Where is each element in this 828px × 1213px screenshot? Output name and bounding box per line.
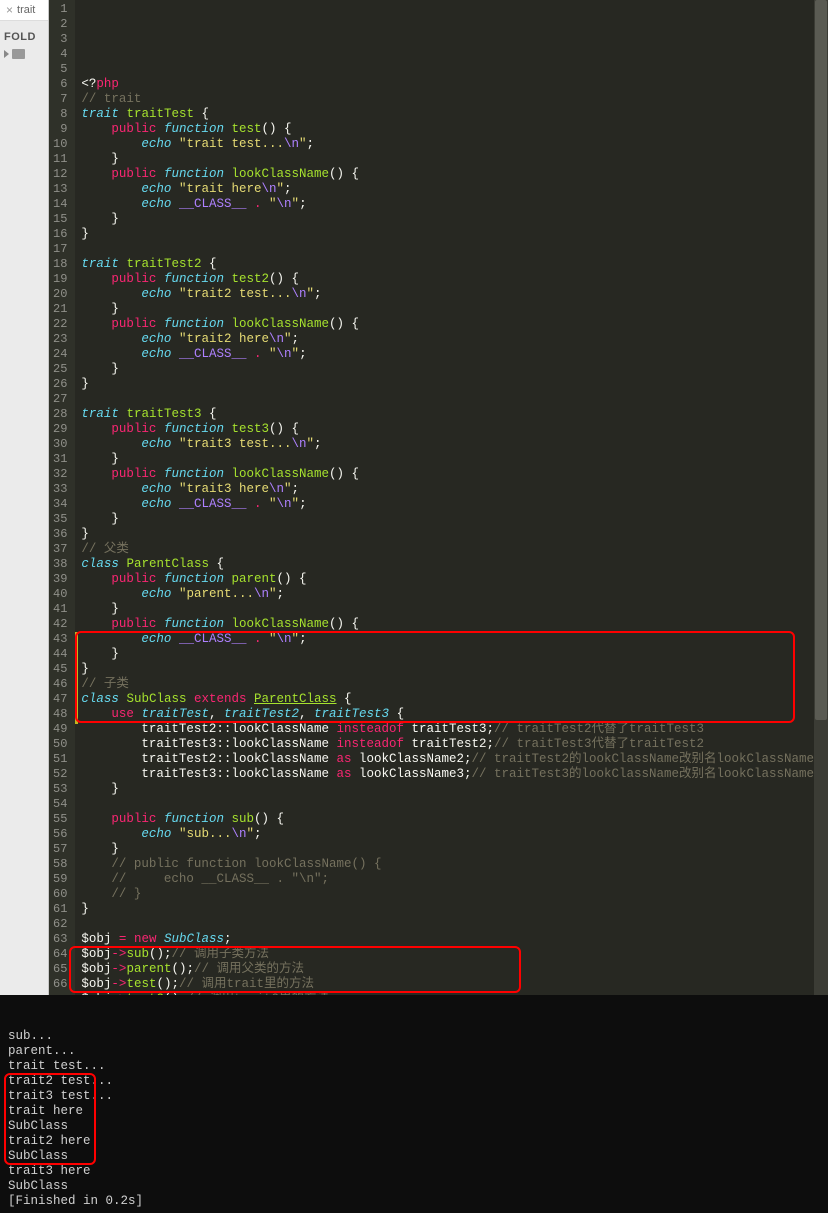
- code-line[interactable]: echo "trait2 test...\n";: [81, 287, 828, 302]
- code-line[interactable]: }: [81, 527, 828, 542]
- code-line[interactable]: echo "trait here\n";: [81, 182, 828, 197]
- output-line: [Finished in 0.2s]: [8, 1194, 820, 1209]
- code-line[interactable]: traitTest2::lookClassName as lookClassNa…: [81, 752, 828, 767]
- code-line[interactable]: traitTest3::lookClassName insteadof trai…: [81, 737, 828, 752]
- sidebar: × trait FOLD: [0, 0, 49, 995]
- sidebar-header: FOLD: [0, 21, 48, 47]
- code-line[interactable]: }: [81, 902, 828, 917]
- code-line[interactable]: }: [81, 452, 828, 467]
- scroll-thumb[interactable]: [815, 0, 827, 720]
- folder-row[interactable]: [0, 47, 48, 61]
- code-line[interactable]: traitTest3::lookClassName as lookClassNa…: [81, 767, 828, 782]
- code-line[interactable]: echo "trait test...\n";: [81, 137, 828, 152]
- output-line: trait3 here: [8, 1164, 820, 1179]
- code-line[interactable]: }: [81, 782, 828, 797]
- code-line[interactable]: public function test2() {: [81, 272, 828, 287]
- code-line[interactable]: echo "parent...\n";: [81, 587, 828, 602]
- output-line: trait here: [8, 1104, 820, 1119]
- code-line[interactable]: }: [81, 212, 828, 227]
- output-line: SubClass: [8, 1119, 820, 1134]
- code-line[interactable]: public function lookClassName() {: [81, 317, 828, 332]
- code-line[interactable]: class SubClass extends ParentClass {: [81, 692, 828, 707]
- code-line[interactable]: [81, 392, 828, 407]
- code-line[interactable]: echo __CLASS__ . "\n";: [81, 632, 828, 647]
- code-line[interactable]: public function lookClassName() {: [81, 467, 828, 482]
- code-line[interactable]: class ParentClass {: [81, 557, 828, 572]
- code-line[interactable]: }: [81, 362, 828, 377]
- code-line[interactable]: }: [81, 602, 828, 617]
- code-line[interactable]: echo __CLASS__ . "\n";: [81, 197, 828, 212]
- folder-icon: [12, 49, 25, 59]
- code-line[interactable]: public function test3() {: [81, 422, 828, 437]
- code-line[interactable]: [81, 242, 828, 257]
- code-line[interactable]: <?php: [81, 77, 828, 92]
- code-line[interactable]: use traitTest, traitTest2, traitTest3 {: [81, 707, 828, 722]
- code-line[interactable]: echo "trait3 here\n";: [81, 482, 828, 497]
- code-line[interactable]: $obj->test();// 调用trait里的方法: [81, 977, 828, 992]
- code-line[interactable]: traitTest2::lookClassName insteadof trai…: [81, 722, 828, 737]
- output-line: SubClass: [8, 1179, 820, 1194]
- output-line: SubClass: [8, 1149, 820, 1164]
- output-line: trait test...: [8, 1059, 820, 1074]
- code-line[interactable]: // trait: [81, 92, 828, 107]
- code-line[interactable]: echo __CLASS__ . "\n";: [81, 347, 828, 362]
- code-line[interactable]: }: [81, 227, 828, 242]
- output-line: trait2 here: [8, 1134, 820, 1149]
- code-line[interactable]: // public function lookClassName() {: [81, 857, 828, 872]
- file-tab[interactable]: × trait: [0, 0, 48, 21]
- code-editor[interactable]: 1234567891011121314151617181920212223242…: [49, 0, 828, 995]
- code-line[interactable]: trait traitTest3 {: [81, 407, 828, 422]
- code-line[interactable]: // 父类: [81, 542, 828, 557]
- code-line[interactable]: public function lookClassName() {: [81, 617, 828, 632]
- code-line[interactable]: echo "trait2 here\n";: [81, 332, 828, 347]
- modified-marker: [75, 632, 78, 724]
- line-number-gutter: 1234567891011121314151617181920212223242…: [49, 0, 75, 995]
- code-line[interactable]: [81, 917, 828, 932]
- code-line[interactable]: public function parent() {: [81, 572, 828, 587]
- code-line[interactable]: echo __CLASS__ . "\n";: [81, 497, 828, 512]
- code-line[interactable]: }: [81, 512, 828, 527]
- code-area[interactable]: <?php// traittrait traitTest { public fu…: [75, 0, 828, 995]
- output-line: sub...: [8, 1029, 820, 1044]
- code-line[interactable]: public function sub() {: [81, 812, 828, 827]
- code-line[interactable]: [81, 797, 828, 812]
- code-line[interactable]: // }: [81, 887, 828, 902]
- code-line[interactable]: echo "trait3 test...\n";: [81, 437, 828, 452]
- code-line[interactable]: }: [81, 662, 828, 677]
- code-line[interactable]: $obj->sub();// 调用子类方法: [81, 947, 828, 962]
- code-line[interactable]: }: [81, 842, 828, 857]
- file-tab-label: trait: [17, 4, 35, 16]
- code-line[interactable]: }: [81, 302, 828, 317]
- code-line[interactable]: $obj->parent();// 调用父类的方法: [81, 962, 828, 977]
- arrow-right-icon: [4, 50, 9, 58]
- close-icon[interactable]: ×: [6, 3, 13, 17]
- code-line[interactable]: public function test() {: [81, 122, 828, 137]
- code-line[interactable]: trait traitTest {: [81, 107, 828, 122]
- code-line[interactable]: // echo __CLASS__ . "\n";: [81, 872, 828, 887]
- build-output-panel[interactable]: sub...parent...trait test...trait2 test.…: [0, 995, 828, 1213]
- code-line[interactable]: }: [81, 152, 828, 167]
- code-line[interactable]: public function lookClassName() {: [81, 167, 828, 182]
- code-line[interactable]: trait traitTest2 {: [81, 257, 828, 272]
- editor-scrollbar[interactable]: [814, 0, 828, 995]
- code-line[interactable]: echo "sub...\n";: [81, 827, 828, 842]
- code-line[interactable]: }: [81, 377, 828, 392]
- code-line[interactable]: $obj = new SubClass;: [81, 932, 828, 947]
- output-line: parent...: [8, 1044, 820, 1059]
- code-line[interactable]: // 子类: [81, 677, 828, 692]
- output-line: trait2 test...: [8, 1074, 820, 1089]
- output-line: trait3 test...: [8, 1089, 820, 1104]
- code-line[interactable]: }: [81, 647, 828, 662]
